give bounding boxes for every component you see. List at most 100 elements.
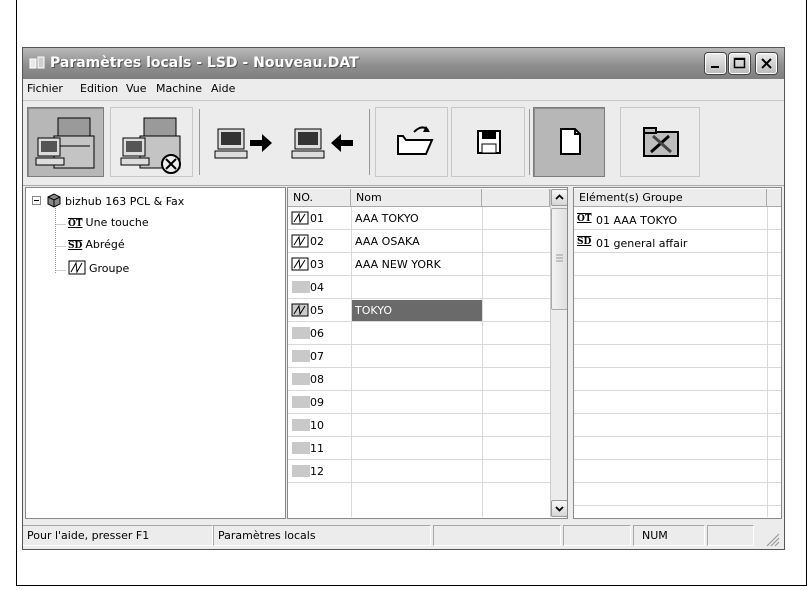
empty-entry-icon [292,419,310,431]
list-row[interactable]: 07 [288,345,549,368]
row-no: 09 [310,396,324,409]
menu-fichier[interactable]: Fichier [27,82,63,95]
group-icon [291,303,309,317]
empty-entry-icon [292,465,310,477]
machine-local-icon [35,117,95,169]
row-no: 01 [310,212,324,225]
list-row[interactable]: 04 [288,276,549,299]
group-item-text: 01 general affair [596,237,688,250]
list-scrollbar[interactable] [550,189,567,517]
menu-edition[interactable]: Edition [80,82,118,95]
tree-item-label: Une touche [85,216,149,229]
row-nom: AAA OSAKA [355,235,420,248]
scroll-up-button[interactable] [551,189,567,206]
empty-entry-icon [292,350,310,362]
close-button[interactable] [756,53,777,74]
status-num: NUM [633,525,705,546]
new-document-button[interactable] [533,107,605,177]
status-help: Pour l'aide, presser F1 [23,525,213,546]
title-bar[interactable]: Paramètres locals - LSD - Nouveau.DAT [23,48,784,79]
onetouch-badge-icon: OT [577,214,592,224]
group-icon [291,211,309,225]
app-icon [29,56,45,69]
toolbar-separator [369,109,370,175]
status-panel-empty [563,525,631,546]
save-icon [477,130,501,154]
row-no: 04 [310,281,324,294]
machine-local-button[interactable] [27,107,104,177]
list-row[interactable]: 02 AAA OSAKA [288,230,549,253]
machine-network-icon [120,117,181,174]
tree-item-abrege[interactable]: SD Abrégé [68,238,125,251]
group-icon [68,260,86,275]
grid-line [574,482,781,483]
grid-line [574,413,781,414]
receive-from-machine-icon [291,128,353,159]
row-no: 03 [310,258,324,271]
chevron-down-icon [555,506,564,512]
tree-item-label: Abrégé [85,238,125,251]
tree-item-groupe[interactable]: Groupe [68,260,129,275]
new-document-icon [560,128,581,155]
grid-line [288,482,550,483]
menu-aide[interactable]: Aide [211,82,235,95]
resize-grip-icon[interactable] [764,531,780,547]
open-button[interactable] [375,107,448,177]
list-row[interactable]: 05 TOKYO [288,299,549,322]
application-window: Paramètres locals - LSD - Nouveau.DAT Fi… [22,47,785,550]
empty-entry-icon [292,373,310,385]
scroll-thumb[interactable] [551,208,567,310]
minimize-icon [711,66,719,68]
grid-line [574,321,781,322]
menu-bar: Fichier Edition Vue Machine Aide [23,79,784,100]
column-header-blank[interactable] [482,189,550,207]
save-button[interactable] [451,107,525,177]
column-header-blank[interactable] [767,189,781,207]
list-row[interactable]: 11 [288,437,549,460]
empty-entry-icon [292,327,310,339]
row-no: 06 [310,327,324,340]
column-header-nom[interactable]: Nom [351,189,482,207]
tools-button[interactable] [620,107,700,177]
list-row[interactable]: 06 [288,322,549,345]
menu-vue[interactable]: Vue [126,82,147,95]
machine-network-button[interactable] [110,107,193,177]
group-icon [291,234,309,248]
grid-line [574,275,781,276]
grid-line [574,390,781,391]
menu-machine[interactable]: Machine [156,82,202,95]
column-header-group[interactable]: Elément(s) Groupe [574,189,767,207]
row-no: 12 [310,465,324,478]
grid-line [574,344,781,345]
list-row[interactable]: 10 [288,414,549,437]
column-header-no[interactable]: NO. [288,189,351,207]
grid-line [482,207,483,517]
empty-entry-icon [292,442,310,454]
list-row[interactable]: 12 [288,460,549,483]
empty-entry-icon [292,396,310,408]
grid-line [574,459,781,460]
row-no: 05 [310,304,324,317]
list-row[interactable]: 03 AAA NEW YORK [288,253,549,276]
speeddial-badge-icon: SD [577,237,592,247]
scroll-down-button[interactable] [551,500,567,517]
minimize-button[interactable] [705,53,726,74]
maximize-button[interactable] [729,53,750,74]
tree-item-une-touche[interactable]: OT Une touche [68,216,149,229]
row-no: 02 [310,235,324,248]
receive-from-machine-button[interactable] [285,107,363,177]
list-row[interactable]: 08 [288,368,549,391]
status-bar: Pour l'aide, presser F1 Paramètres local… [23,523,784,548]
grid-line [574,367,781,368]
row-no: 10 [310,419,324,432]
tree-item-label: Groupe [89,262,130,275]
grid-line [574,252,781,253]
send-to-machine-button[interactable] [204,107,282,177]
row-no: 08 [310,373,324,386]
list-row[interactable]: 01 AAA TOKYO [288,207,549,230]
group-elements-panel: Elément(s) Groupe OT 01 AAA TOKYO SD 01 … [573,187,782,519]
tree-root[interactable]: bizhub 163 PCL & Fax [46,193,184,208]
row-no: 11 [310,442,324,455]
list-row[interactable]: 09 [288,391,549,414]
onetouch-badge-icon: OT [68,219,83,229]
